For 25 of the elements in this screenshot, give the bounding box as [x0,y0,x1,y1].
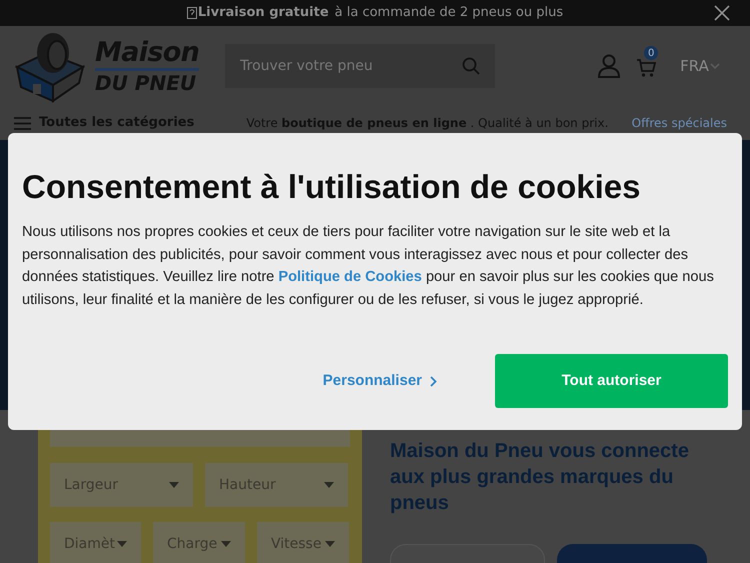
info-icon [186,7,197,19]
user-icon[interactable] [598,54,620,78]
caret-icon [325,541,335,547]
promo-text: à la commande de 2 pneus ou plus [334,4,564,22]
caret-icon [169,482,179,488]
close-icon[interactable] [714,5,730,21]
customize-button[interactable]: Personnaliser [322,370,437,392]
dialog-title: Consentement à l'utilisation de cookies [22,167,642,207]
menu-icon[interactable] [14,116,31,130]
brands-heading: Maison du Pneu vous connecte aux plus grandes marques du pneus [390,439,690,516]
search-field[interactable]: Trouver votre pneu [225,44,496,88]
cart-icon[interactable] [636,58,656,78]
dialog-body: Nous utilisons nos propres cookies et ceux de tiers pour faciliter votre navigation sur le site web et la personnalisation des publicités, pour savoir comment vous interagissez avec nous et pour collecter des données statistiques. Veuillez lire notre Politique de Cookies pour en savoir plus sur les cookies que nous utilisons, leur finalité et la manière de les configurer ou de les refuser, si vous le jugez approprié. [22,223,715,310]
offers-link[interactable]: Offres spéciales [632,114,727,132]
promo-highlight: Livraison gratuite [198,4,329,22]
search-icon[interactable] [462,57,480,75]
chevron-down-icon [710,62,720,70]
caret-icon [117,541,127,547]
cookie-policy-link[interactable]: Politique de Cookies [278,269,422,285]
cart-count-badge: 0 [644,46,658,60]
caret-icon [221,541,231,547]
accept-all-button[interactable]: Tout autoriser [495,354,728,408]
caret-icon [324,482,334,488]
chevron-right-icon [430,376,437,386]
language-selector[interactable]: FRA [680,54,720,78]
